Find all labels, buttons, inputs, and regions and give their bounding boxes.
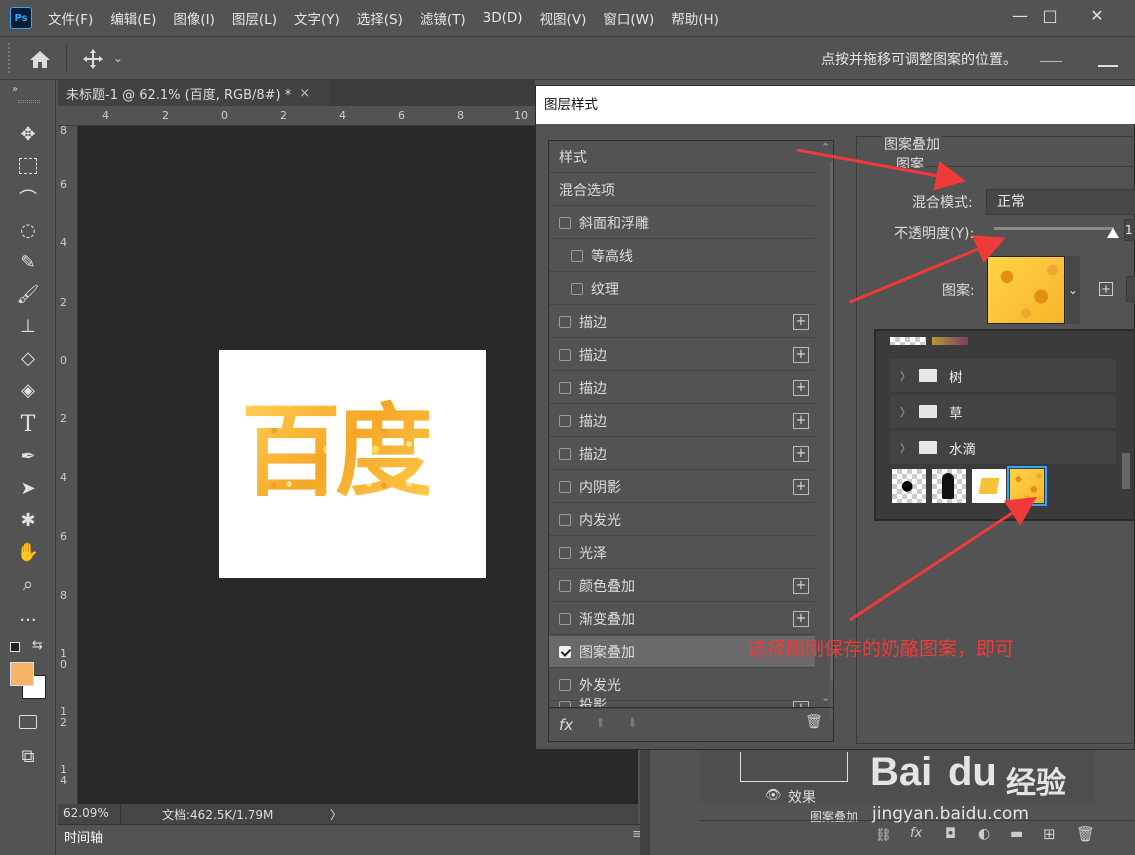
baidu-jingyan-watermark: Bai du 经验 jingyan.baidu.com bbox=[870, 732, 1110, 832]
arrow-to-cheese-pattern bbox=[849, 496, 1038, 622]
annotation-text: 选择刚刚保存的奶酪图案，即可 bbox=[748, 638, 1015, 660]
watermark-brand-du: du bbox=[948, 750, 997, 794]
annotation-arrows bbox=[796, 148, 1038, 622]
arrow-to-pattern-group bbox=[796, 148, 966, 191]
watermark-brand: Bai bbox=[870, 750, 933, 794]
watermark-url: jingyan.baidu.com bbox=[872, 804, 1029, 824]
arrow-to-opacity bbox=[849, 235, 1006, 304]
watermark-brand-cn: 经验 bbox=[1006, 766, 1066, 801]
